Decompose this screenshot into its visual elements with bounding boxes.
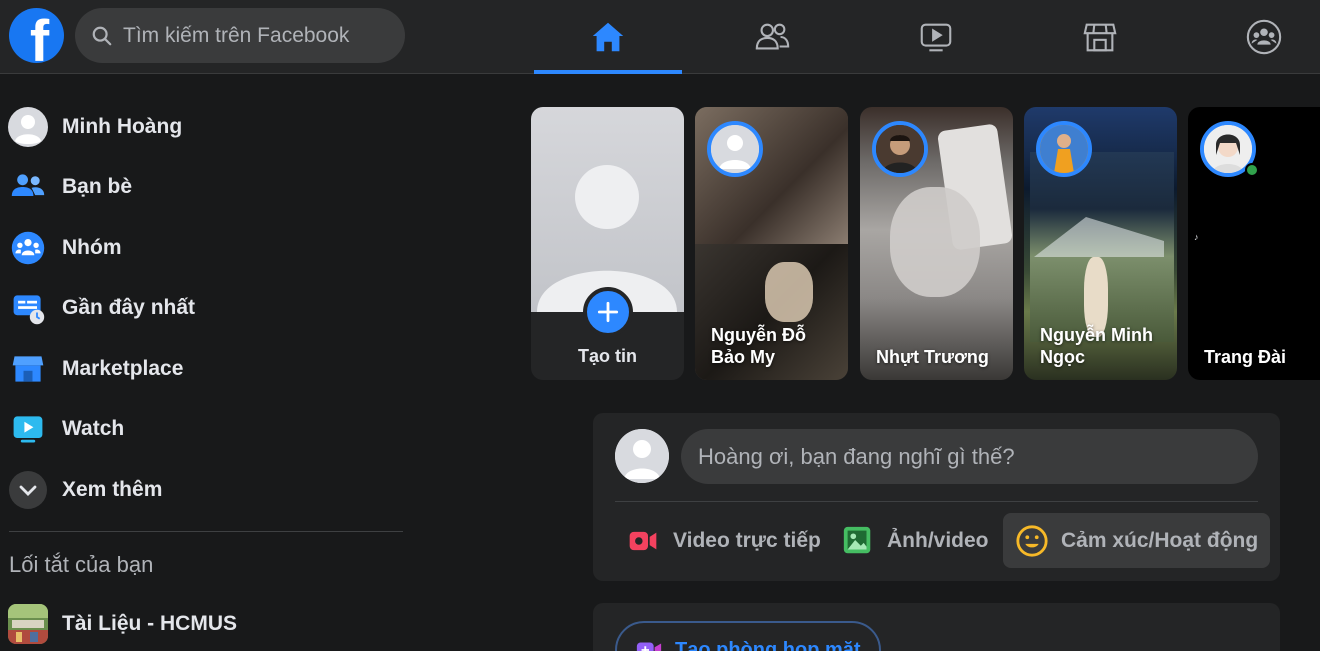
create-story-avatar [531,107,684,312]
sidebar-item-label: Marketplace [62,357,184,380]
create-story-label: Tạo tin [578,346,637,366]
sidebar-item-label: Xem thêm [62,478,163,501]
sidebar-item-label: Gần đây nhất [62,296,196,319]
tab-friends[interactable] [698,0,846,74]
sidebar-item-label: Watch [62,417,125,440]
composer-divider [615,501,1258,502]
sidebar-item-groups[interactable]: Nhóm [8,220,408,276]
story-avatar [872,121,928,177]
search-input[interactable] [123,23,383,48]
create-room-button[interactable]: Tạo phòng họp mặt [615,621,881,651]
sidebar-item-watch[interactable]: Watch [8,401,408,457]
post-composer: Hoàng ơi, bạn đang nghĩ gì thế? Video tr… [593,413,1280,581]
live-video-button[interactable]: Video trực tiếp [613,513,833,568]
video-icon [920,23,952,52]
tiktok-watermark-icon: ♪ [1194,232,1199,242]
watch-icon [8,409,48,449]
story-card[interactable]: ♪ Trang Đài [1188,107,1320,380]
group-thumbnail [8,604,48,644]
story-figure [765,262,813,322]
story-author-name: Nhựt Trương [876,347,989,367]
search-box[interactable] [75,8,405,63]
sidebar-item-marketplace[interactable]: Marketplace [8,341,408,397]
add-story-button[interactable] [583,287,633,337]
create-room-label: Tạo phòng họp mặt [675,638,861,651]
story-author-name: Nguyễn Minh Ngọc [1040,325,1153,367]
create-story-card[interactable]: Tạo tin [531,107,684,380]
photo-video-button[interactable]: Ảnh/video [829,513,1001,568]
sidebar-item-profile[interactable]: Minh Hoàng [8,99,408,155]
groups-icon [1246,19,1282,55]
facebook-logo[interactable]: f [9,8,64,63]
shortcut-label: Tài Liệu - HCMUS [62,612,238,635]
story-avatar [707,121,763,177]
sidebar-item-label: Nhóm [62,236,122,259]
shortcut-item[interactable]: Tài Liệu - HCMUS [8,596,408,651]
tab-home[interactable] [534,0,682,74]
story-card[interactable]: Nguyễn Minh Ngọc [1024,107,1177,380]
recent-icon [8,288,48,328]
feeling-icon [1016,524,1048,557]
story-figure [890,187,980,297]
sidebar-item-see-more[interactable]: Xem thêm [8,462,408,518]
sidebar-item-label: Bạn bè [62,175,133,198]
top-navigation-bar: f [0,0,1320,74]
shortcuts-heading: Lối tắt của bạn [9,552,154,577]
search-icon [92,26,112,45]
story-author-name: Nguyễn Đỗ Bảo My [711,325,807,367]
home-icon [592,22,624,52]
friends-icon [755,23,790,50]
rooms-card: Tạo phòng họp mặt [593,603,1280,651]
marketplace-icon [8,349,48,389]
live-video-label: Video trực tiếp [673,528,821,552]
chevron-down-icon [8,470,48,510]
avatar [8,107,48,147]
tab-marketplace[interactable] [1026,0,1174,74]
story-avatar [1036,121,1092,177]
feeling-activity-label: Cảm xúc/Hoạt động [1061,528,1259,552]
feeling-activity-button[interactable]: Cảm xúc/Hoạt động [1003,513,1271,568]
story-author-name: Trang Đài [1204,347,1287,367]
live-video-icon [629,531,657,550]
tab-watch[interactable] [862,0,1010,74]
sidebar-item-friends[interactable]: Bạn bè [8,159,408,215]
sidebar-item-label: Minh Hoàng [62,115,183,138]
whats-on-your-mind-input[interactable]: Hoàng ơi, bạn đang nghĩ gì thế? [681,429,1258,484]
tab-groups[interactable] [1190,0,1320,74]
online-status-dot [1245,163,1259,177]
avatar[interactable] [615,429,669,483]
story-card[interactable]: Nhựt Trương [860,107,1013,380]
story-card[interactable]: Nguyễn Đỗ Bảo My [695,107,848,380]
photo-video-label: Ảnh/video [887,528,989,552]
photo-icon [843,526,871,553]
friends-icon [8,167,48,207]
store-icon [1083,23,1117,52]
sidebar-divider [9,531,403,532]
sidebar-item-recent[interactable]: Gần đây nhất [8,280,408,336]
groups-icon [8,228,48,268]
plus-icon [597,301,619,323]
room-video-icon [636,642,662,651]
